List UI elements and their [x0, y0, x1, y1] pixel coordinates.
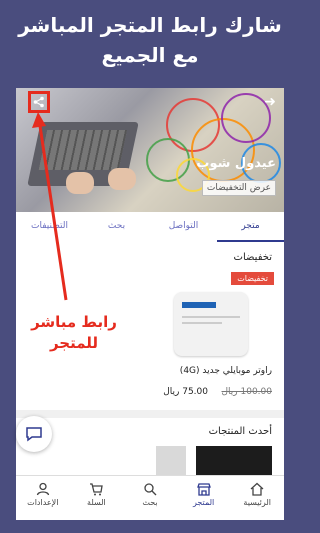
callout-line-2: للمتجر — [49, 334, 99, 352]
product-name[interactable]: راوتر موبايلي جديد (4G) — [180, 366, 272, 376]
product-image[interactable] — [196, 446, 272, 476]
nav-label: بحث — [142, 498, 158, 507]
share-icon — [33, 96, 44, 108]
annotation-callout: رابط مباشر للمتجر — [14, 312, 134, 354]
deals-chip[interactable]: عرض التخفيضات — [201, 180, 276, 196]
hand-image — [66, 172, 94, 194]
nav-settings[interactable]: الإعدادات — [16, 476, 70, 520]
price-old: 100.00 ريال — [221, 387, 273, 397]
nav-label: المتجر — [192, 498, 215, 507]
latest-products-section: أحدث المنتجات — [16, 418, 284, 476]
store-name: عيدول شوب — [196, 156, 276, 171]
nav-search[interactable]: بحث — [123, 476, 177, 520]
section-divider — [16, 410, 284, 418]
hand-image — [108, 168, 136, 190]
tab-categories[interactable]: التصنيفات — [16, 212, 83, 242]
section-title: أحدث المنتجات — [208, 426, 272, 437]
forward-arrow-icon[interactable]: ➜ — [264, 94, 276, 110]
nav-label: السلة — [87, 498, 106, 507]
chat-bubble-icon — [26, 427, 42, 442]
tab-store[interactable]: متجر — [217, 212, 284, 242]
headline-line-1: شارك رابط المتجر المباشر — [18, 13, 282, 37]
home-icon — [250, 482, 264, 496]
user-icon — [36, 482, 49, 496]
price-new: 75.00 ريال — [163, 387, 208, 397]
nav-label: الرئيسية — [243, 498, 271, 507]
nav-home[interactable]: الرئيسية — [230, 476, 284, 520]
cart-icon — [90, 483, 104, 496]
callout-line-1: رابط مباشر — [31, 313, 117, 331]
product-image[interactable] — [174, 292, 248, 356]
search-icon — [144, 483, 157, 496]
tab-contact[interactable]: التواصل — [150, 212, 217, 242]
nav-store[interactable]: المتجر — [177, 476, 231, 520]
store-icon — [196, 483, 211, 496]
bottom-nav: الرئيسية المتجر بحث السلة الإعدادات — [16, 475, 284, 520]
section-title: تخفيضات — [233, 252, 272, 263]
promo-headline: شارك رابط المتجر المباشر مع الجميع — [0, 10, 300, 70]
headline-line-2: مع الجميع — [101, 43, 199, 67]
store-tabs: متجر التواصل بحث التصنيفات — [16, 212, 284, 243]
product-image[interactable] — [156, 446, 186, 476]
phone-screen: ➜ عيدول شوب عرض التخفيضات متجر التواصل ب… — [16, 88, 284, 520]
tab-search[interactable]: بحث — [83, 212, 150, 242]
share-button[interactable] — [28, 91, 50, 113]
discount-badge: تخفيضات — [231, 272, 274, 285]
store-banner: ➜ عيدول شوب عرض التخفيضات — [16, 88, 284, 212]
chat-button[interactable] — [16, 416, 52, 452]
nav-label: الإعدادات — [27, 498, 59, 507]
nav-cart[interactable]: السلة — [70, 476, 124, 520]
